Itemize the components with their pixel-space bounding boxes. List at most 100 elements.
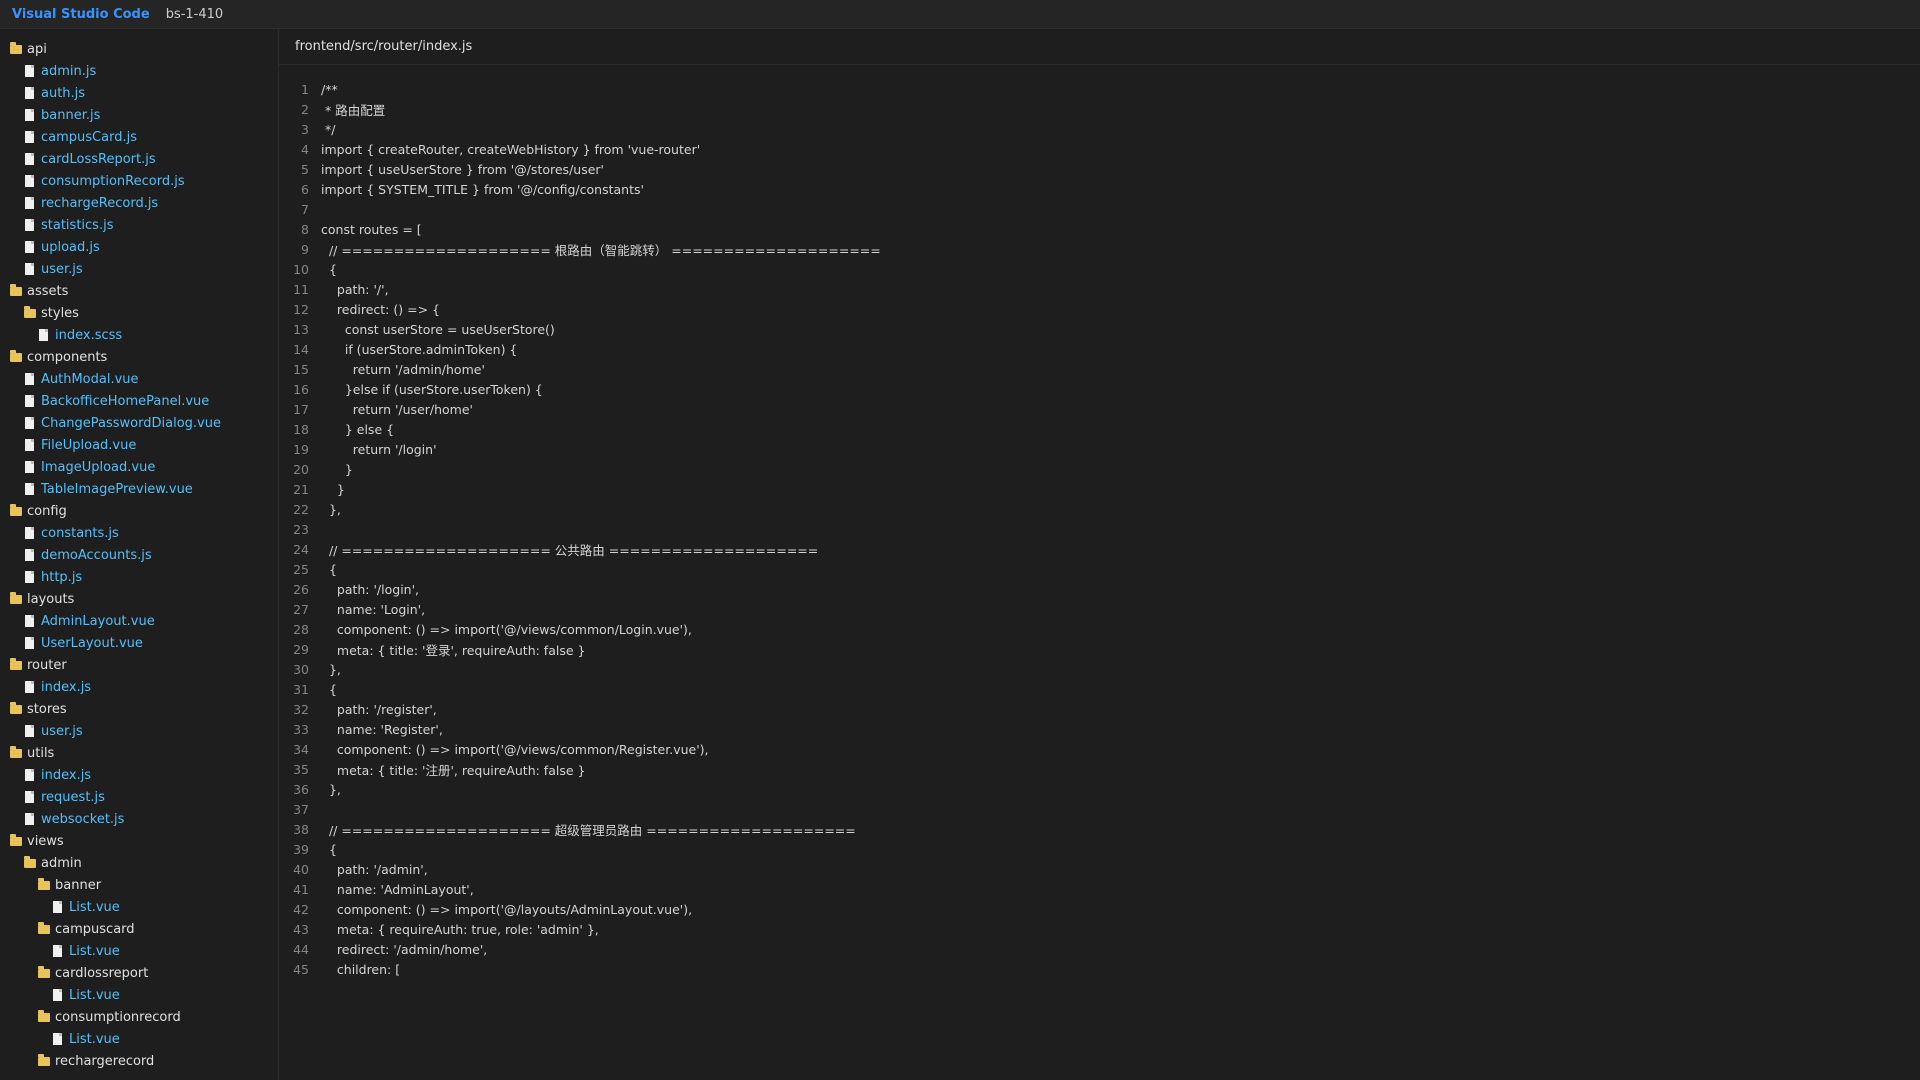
- tree-folder[interactable]: styles: [0, 302, 278, 324]
- code-line: 41 name: 'AdminLayout',: [279, 879, 1920, 899]
- tree-folder[interactable]: rechargerecord: [0, 1050, 278, 1072]
- tree-file[interactable]: List.vue: [0, 896, 278, 918]
- tree-file[interactable]: constants.js: [0, 522, 278, 544]
- line-number: 2: [301, 101, 309, 117]
- line-number: 14: [293, 341, 309, 357]
- line-number: 1: [301, 81, 309, 97]
- tree-file[interactable]: upload.js: [0, 236, 278, 258]
- tree-item-label: router: [27, 657, 67, 673]
- line-number: 34: [293, 741, 309, 757]
- tree-file[interactable]: index.js: [0, 764, 278, 786]
- tree-folder[interactable]: views: [0, 830, 278, 852]
- tree-item-label: user.js: [41, 261, 83, 277]
- tree-folder[interactable]: api: [0, 38, 278, 60]
- code-text: * 路由配置: [321, 102, 386, 118]
- tree-item-label: ChangePasswordDialog.vue: [41, 415, 221, 431]
- code-text: } else {: [321, 421, 395, 437]
- code-text: component: () => import('@/layouts/Admin…: [321, 901, 693, 917]
- tree-item-label: campuscard: [55, 921, 135, 937]
- tree-folder[interactable]: banner: [0, 874, 278, 896]
- tree-folder[interactable]: admin: [0, 852, 278, 874]
- tree-file[interactable]: cardLossReport.js: [0, 148, 278, 170]
- line-number: 31: [293, 681, 309, 697]
- tree-file[interactable]: demoAccounts.js: [0, 544, 278, 566]
- code-view[interactable]: 1/** 2 * 路由配置 3 */4 import { createRouter, …: [279, 65, 1920, 979]
- tree-folder[interactable]: layouts: [0, 588, 278, 610]
- tree-item-label: config: [27, 503, 67, 519]
- folder-icon: [10, 41, 22, 54]
- line-number: 3: [301, 121, 309, 137]
- tree-file[interactable]: index.scss: [0, 324, 278, 346]
- line-number: 21: [293, 481, 309, 497]
- tree-item-label: admin: [41, 855, 82, 871]
- tree-folder[interactable]: stores: [0, 698, 278, 720]
- tree-folder[interactable]: router: [0, 654, 278, 676]
- tree-folder[interactable]: utils: [0, 742, 278, 764]
- tree-folder[interactable]: components: [0, 346, 278, 368]
- tree-file[interactable]: AdminLayout.vue: [0, 610, 278, 632]
- editor-tab[interactable]: frontend/src/router/index.js: [279, 29, 1920, 65]
- file-icon: [25, 571, 34, 583]
- tree-file[interactable]: List.vue: [0, 940, 278, 962]
- tree-file[interactable]: TableImagePreview.vue: [0, 478, 278, 500]
- code-line: 23: [279, 519, 1920, 539]
- tree-file[interactable]: FileUpload.vue: [0, 434, 278, 456]
- tree-folder[interactable]: cardlossreport: [0, 962, 278, 984]
- code-text: {: [321, 261, 337, 277]
- code-line: 6 import { SYSTEM_TITLE } from '@/config/…: [279, 179, 1920, 199]
- tree-item-label: auth.js: [41, 85, 86, 101]
- tree-file[interactable]: BackofficeHomePanel.vue: [0, 390, 278, 412]
- tree-folder[interactable]: config: [0, 500, 278, 522]
- code-line: 26 path: '/login',: [279, 579, 1920, 599]
- line-number: 18: [293, 421, 309, 437]
- line-number: 37: [293, 801, 309, 817]
- tree-file[interactable]: http.js: [0, 566, 278, 588]
- line-number: 30: [293, 661, 309, 677]
- line-number: 12: [293, 301, 309, 317]
- line-number: 17: [293, 401, 309, 417]
- file-icon: [25, 769, 34, 781]
- tree-item-label: rechargerecord: [55, 1053, 155, 1069]
- tree-file[interactable]: rechargeRecord.js: [0, 192, 278, 214]
- code-text: path: '/login',: [321, 581, 420, 597]
- tree-file[interactable]: List.vue: [0, 984, 278, 1006]
- tree-file[interactable]: ChangePasswordDialog.vue: [0, 412, 278, 434]
- tree-item-label: index.js: [41, 767, 92, 783]
- line-number: 45: [293, 961, 309, 977]
- tree-file[interactable]: websocket.js: [0, 808, 278, 830]
- file-explorer: api admin.js auth.js banner.js campusCard.js…: [0, 29, 279, 1080]
- tree-file[interactable]: user.js: [0, 720, 278, 742]
- tree-file[interactable]: campusCard.js: [0, 126, 278, 148]
- tree-item-label: index.js: [41, 679, 92, 695]
- line-number: 39: [293, 841, 309, 857]
- file-icon: [25, 549, 34, 561]
- folder-icon: [38, 921, 50, 934]
- tree-file[interactable]: statistics.js: [0, 214, 278, 236]
- file-icon: [25, 483, 34, 495]
- code-text: children: [: [321, 961, 401, 977]
- tree-file[interactable]: List.vue: [0, 1028, 278, 1050]
- code-line: 30 },: [279, 659, 1920, 679]
- line-number: 9: [301, 241, 309, 257]
- tree-file[interactable]: AuthModal.vue: [0, 368, 278, 390]
- tree-file[interactable]: UserLayout.vue: [0, 632, 278, 654]
- tree-file[interactable]: auth.js: [0, 82, 278, 104]
- tree-file[interactable]: consumptionRecord.js: [0, 170, 278, 192]
- tree-item-label: TableImagePreview.vue: [41, 481, 193, 497]
- tree-folder[interactable]: campuscard: [0, 918, 278, 940]
- tree-file[interactable]: user.js: [0, 258, 278, 280]
- tree-file[interactable]: ImageUpload.vue: [0, 456, 278, 478]
- tree-folder[interactable]: consumptionrecord: [0, 1006, 278, 1028]
- tree-file[interactable]: index.js: [0, 676, 278, 698]
- line-number: 44: [293, 941, 309, 957]
- line-number: 29: [293, 641, 309, 657]
- code-line: 14 if (userStore.adminToken) {: [279, 339, 1920, 359]
- tree-folder[interactable]: assets: [0, 280, 278, 302]
- line-number: 42: [293, 901, 309, 917]
- app-title: Visual Studio Code: [12, 6, 150, 22]
- tree-file[interactable]: banner.js: [0, 104, 278, 126]
- line-number: 8: [301, 221, 309, 237]
- tree-file[interactable]: admin.js: [0, 60, 278, 82]
- tree-file[interactable]: request.js: [0, 786, 278, 808]
- line-number: 36: [293, 781, 309, 797]
